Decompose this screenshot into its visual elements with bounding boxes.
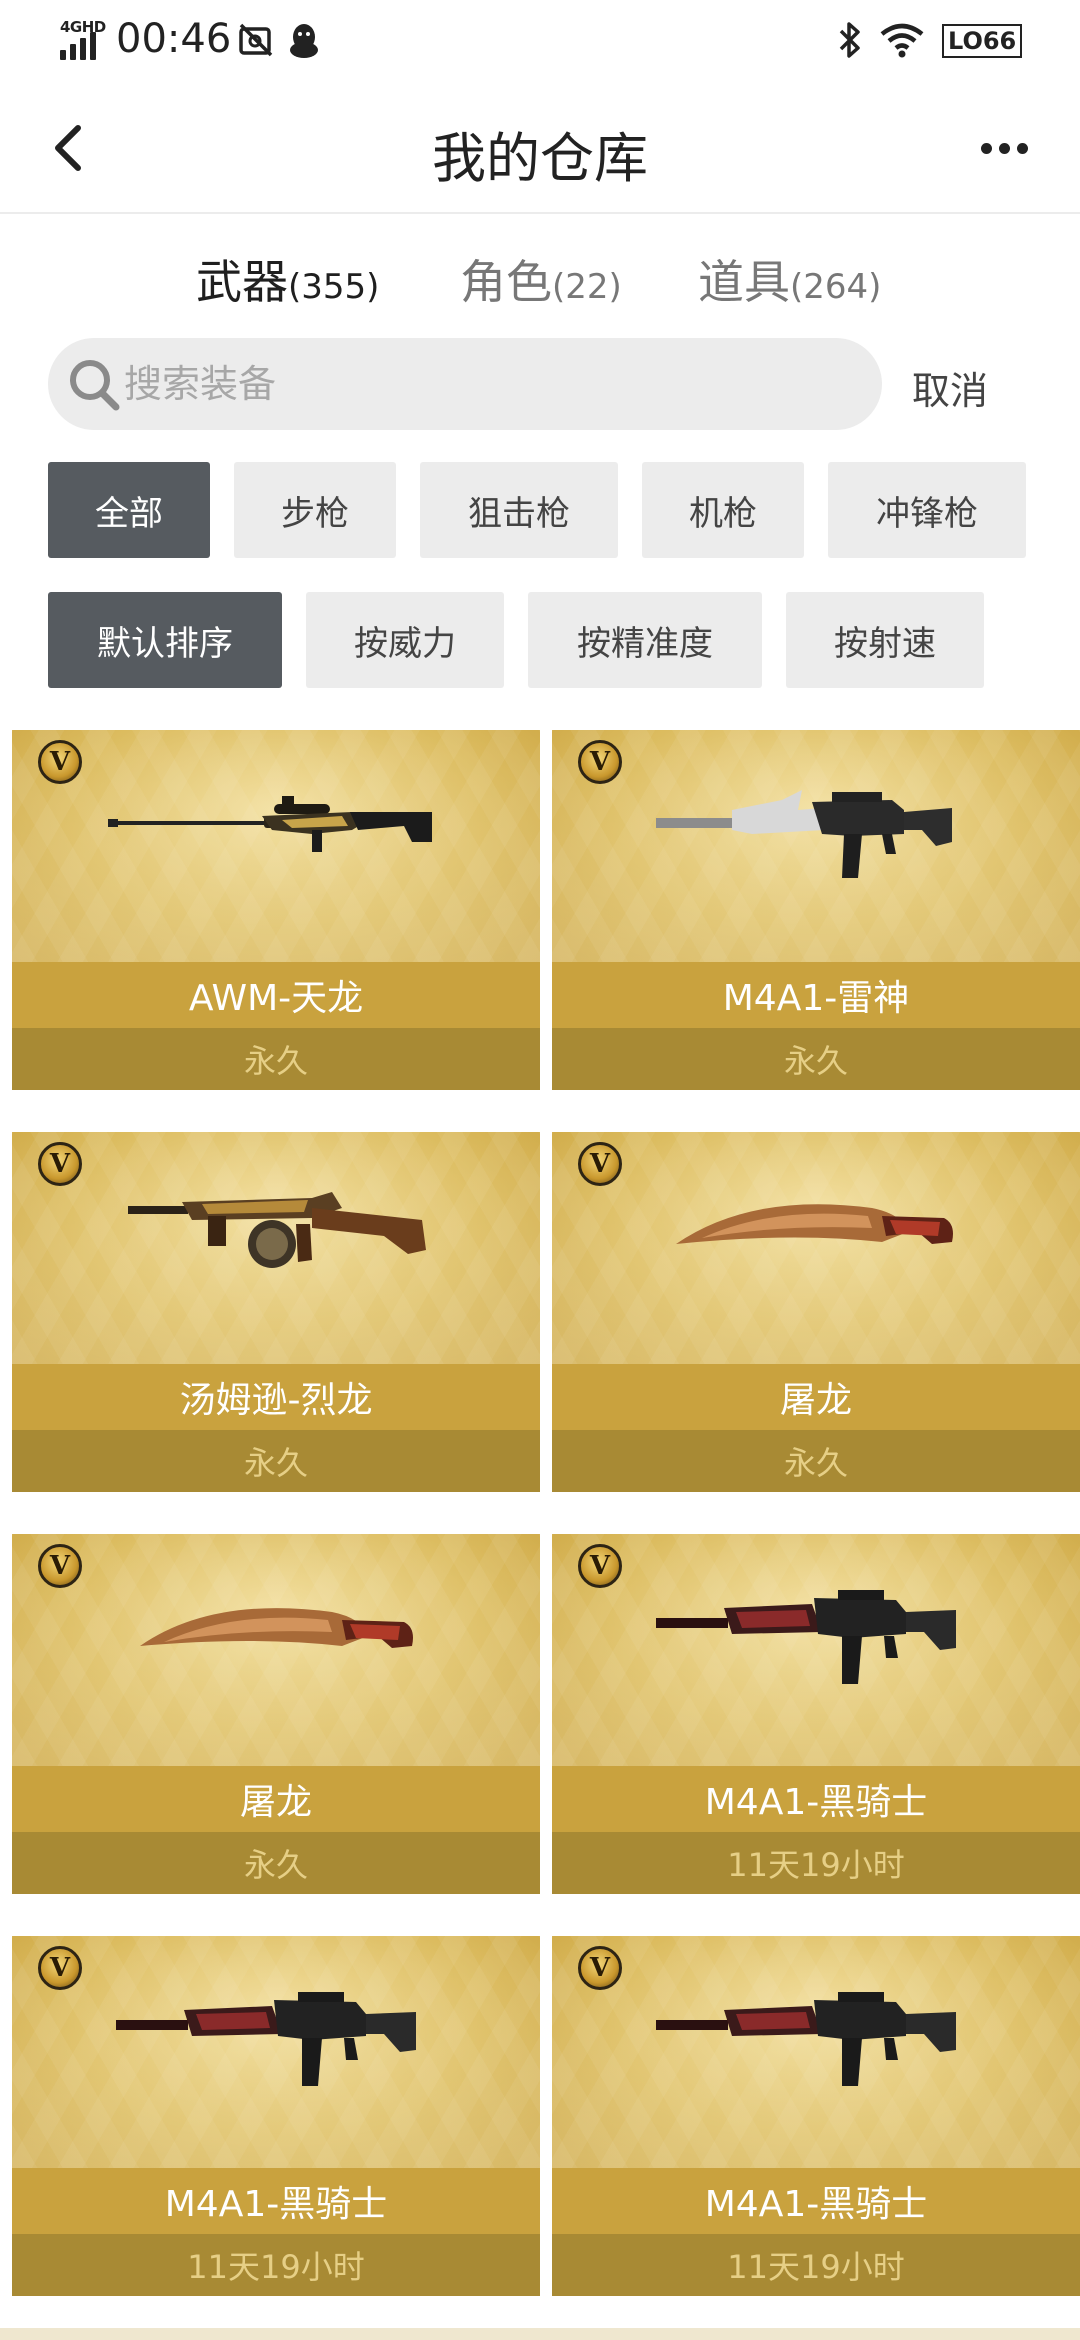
item-card[interactable]: V AWM-天龙 永久 bbox=[12, 730, 540, 1090]
status-bar: 4GHD 00:46 LO66 bbox=[0, 0, 1080, 84]
sort-row: 默认排序 按威力 按精准度 按射速 bbox=[0, 592, 1080, 692]
page-title: 我的仓库 bbox=[432, 127, 648, 190]
search-input[interactable] bbox=[124, 338, 844, 430]
sniper-rifle-icon bbox=[108, 796, 432, 852]
clock: 00:46 bbox=[116, 16, 232, 62]
assault-rifle-icon bbox=[656, 1992, 956, 2086]
item-card[interactable]: V M4A1-雷神 永久 bbox=[552, 730, 1080, 1090]
search-row: 取消 bbox=[0, 338, 1080, 434]
item-card[interactable]: V 屠龙 永久 bbox=[12, 1534, 540, 1894]
item-duration: 永久 bbox=[552, 1028, 1080, 1090]
item-card[interactable]: V M4A1-黑骑士 11天19小时 bbox=[552, 1534, 1080, 1894]
filter-rifle[interactable]: 步枪 bbox=[234, 462, 396, 558]
item-name: M4A1-雷神 bbox=[552, 962, 1080, 1028]
item-name: 屠龙 bbox=[552, 1364, 1080, 1430]
tab-label: 道具 bbox=[698, 255, 790, 309]
tab-characters[interactable]: 角色(22) bbox=[460, 246, 622, 312]
vip-badge-icon: V bbox=[38, 1544, 82, 1588]
wifi-icon bbox=[878, 20, 926, 64]
cancel-button[interactable]: 取消 bbox=[912, 360, 988, 415]
nav-header: 我的仓库 bbox=[0, 84, 1080, 214]
item-duration: 永久 bbox=[12, 1028, 540, 1090]
network-type: 4GHD bbox=[60, 18, 106, 36]
filter-smg[interactable]: 冲锋枪 bbox=[828, 462, 1026, 558]
more-dots-icon bbox=[980, 142, 992, 154]
sort-fire-rate[interactable]: 按射速 bbox=[786, 592, 984, 688]
vip-badge-icon: V bbox=[578, 1142, 622, 1186]
screenshot-icon bbox=[238, 22, 274, 62]
tab-label: 角色 bbox=[460, 255, 552, 309]
search-icon bbox=[70, 360, 120, 411]
vip-badge-icon: V bbox=[38, 1946, 82, 1990]
item-card[interactable]: V M4A1-黑骑士 11天19小时 bbox=[12, 1936, 540, 2296]
filter-sniper[interactable]: 狙击枪 bbox=[420, 462, 618, 558]
item-name: M4A1-黑骑士 bbox=[552, 1766, 1080, 1832]
item-duration: 11天19小时 bbox=[552, 2234, 1080, 2296]
more-options-button[interactable] bbox=[964, 118, 1044, 178]
item-name: 屠龙 bbox=[12, 1766, 540, 1832]
tab-count: (264) bbox=[790, 267, 882, 307]
battery-indicator: LO66 bbox=[942, 24, 1023, 58]
next-row-peek bbox=[0, 2328, 1080, 2340]
vip-badge-icon: V bbox=[578, 1544, 622, 1588]
item-name: 汤姆逊-烈龙 bbox=[12, 1364, 540, 1430]
item-duration: 11天19小时 bbox=[12, 2234, 540, 2296]
filter-machine-gun[interactable]: 机枪 bbox=[642, 462, 804, 558]
item-name: AWM-天龙 bbox=[12, 962, 540, 1028]
sort-default[interactable]: 默认排序 bbox=[48, 592, 282, 688]
item-name: M4A1-黑骑士 bbox=[12, 2168, 540, 2234]
item-duration: 永久 bbox=[12, 1832, 540, 1894]
cellular-signal-icon: 4GHD bbox=[58, 18, 106, 60]
vip-badge-icon: V bbox=[38, 1142, 82, 1186]
vip-badge-icon: V bbox=[578, 1946, 622, 1990]
assault-rifle-icon bbox=[656, 790, 952, 878]
machete-icon bbox=[676, 1204, 953, 1244]
filter-all[interactable]: 全部 bbox=[48, 462, 210, 558]
tab-count: (22) bbox=[552, 267, 622, 307]
search-box[interactable] bbox=[48, 338, 882, 430]
item-card[interactable]: V M4A1-黑骑士 11天19小时 bbox=[552, 1936, 1080, 2296]
item-duration: 永久 bbox=[552, 1430, 1080, 1492]
sort-power[interactable]: 按威力 bbox=[306, 592, 504, 688]
submachine-gun-icon bbox=[128, 1192, 426, 1268]
item-duration: 11天19小时 bbox=[552, 1832, 1080, 1894]
tab-items[interactable]: 道具(264) bbox=[698, 246, 881, 312]
item-card[interactable]: V 汤姆逊-烈龙 永久 bbox=[12, 1132, 540, 1492]
tab-count: (355) bbox=[288, 267, 380, 307]
item-duration: 永久 bbox=[12, 1430, 540, 1492]
machete-icon bbox=[140, 1608, 413, 1648]
item-card[interactable]: V 屠龙 永久 bbox=[552, 1132, 1080, 1492]
inventory-tabs: 武器(355) 角色(22) 道具(264) bbox=[0, 216, 1080, 336]
category-filter-row: 全部 步枪 狙击枪 机枪 冲锋枪 bbox=[0, 462, 1080, 562]
vip-badge-icon: V bbox=[38, 740, 82, 784]
assault-rifle-icon bbox=[116, 1992, 416, 2086]
assault-rifle-icon bbox=[656, 1590, 956, 1684]
tab-weapons[interactable]: 武器(355) bbox=[196, 246, 379, 312]
vip-badge-icon: V bbox=[578, 740, 622, 784]
qq-penguin-icon bbox=[286, 22, 322, 64]
tab-label: 武器 bbox=[196, 255, 288, 309]
bluetooth-icon bbox=[836, 20, 864, 64]
item-name: M4A1-黑骑士 bbox=[552, 2168, 1080, 2234]
sort-accuracy[interactable]: 按精准度 bbox=[528, 592, 762, 688]
